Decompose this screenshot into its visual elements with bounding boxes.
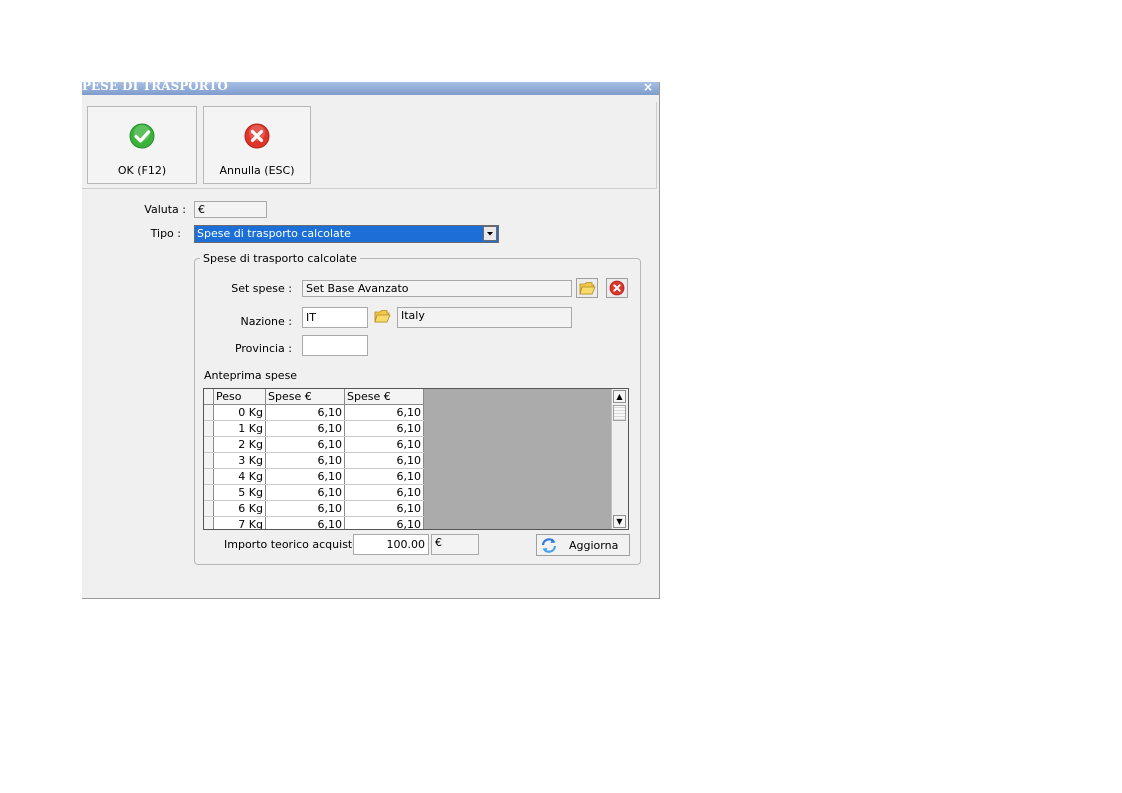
cell-spese: 6,10 [265,516,345,529]
cancel-button-label: Annulla (ESC) [219,164,295,177]
cell-peso: 2 Kg [213,436,266,453]
anteprima-label: Anteprima spese [204,369,298,382]
nazione-code-field[interactable]: IT [302,307,368,328]
table-row[interactable]: 4 Kg 6,10 6,10 [204,468,424,485]
nazione-browse-button[interactable] [372,307,394,327]
row-selector[interactable] [204,436,214,453]
provincia-field[interactable] [302,335,368,356]
importo-currency-field: € [431,534,479,555]
table-row[interactable]: 2 Kg 6,10 6,10 [204,436,424,453]
scroll-down-arrow-icon[interactable]: ▼ [613,515,626,528]
title-bar: PESE DI TRASPORTO × [82,82,659,95]
row-selector[interactable] [204,420,214,437]
refresh-icon [541,538,557,553]
cell-spese: 6,10 [344,484,424,501]
cancel-button[interactable]: Annulla (ESC) [203,106,311,184]
cell-spese: 6,10 [265,468,345,485]
ok-button[interactable]: OK (F12) [87,106,197,184]
cell-spese: 6,10 [265,484,345,501]
table-row[interactable]: 0 Kg 6,10 6,10 [204,404,424,421]
check-circle-icon [129,123,155,149]
scroll-up-arrow-icon[interactable]: ▲ [613,390,626,403]
column-header-spese-1[interactable]: Spese € [265,389,345,405]
folder-icon [374,310,391,323]
nazione-label: Nazione : [240,315,292,328]
row-selector[interactable] [204,516,214,529]
table-row[interactable]: 7 Kg 6,10 6,10 [204,516,424,529]
aggiorna-button[interactable]: Aggiorna [536,534,630,556]
folder-icon [579,282,596,295]
cell-spese: 6,10 [265,404,345,421]
table-row[interactable]: 6 Kg 6,10 6,10 [204,500,424,517]
cell-peso: 5 Kg [213,484,266,501]
importo-field[interactable]: 100.00 [353,534,429,555]
row-selector[interactable] [204,500,214,517]
row-selector[interactable] [204,404,214,421]
window-title: PESE DI TRASPORTO [82,82,228,93]
valuta-field[interactable]: € [194,201,267,218]
chevron-down-icon [487,232,493,236]
ok-button-label: OK (F12) [117,164,167,177]
close-icon[interactable]: × [643,82,653,94]
table-header-row: Peso Spese € Spese € [204,389,424,405]
provincia-label: Provincia : [234,342,292,355]
cell-spese: 6,10 [265,436,345,453]
vertical-scrollbar[interactable]: ▲ ▼ [611,389,628,529]
aggiorna-label: Aggiorna [569,539,619,552]
cell-peso: 4 Kg [213,468,266,485]
tipo-select-value: Spese di trasporto calcolate [197,227,351,240]
cell-spese: 6,10 [265,452,345,469]
cell-peso: 0 Kg [213,404,266,421]
cell-spese: 6,10 [265,500,345,517]
cell-spese: 6,10 [344,500,424,517]
tipo-label: Tipo : [150,227,181,240]
table-row[interactable]: 5 Kg 6,10 6,10 [204,484,424,501]
scroll-thumb[interactable] [613,405,626,421]
column-header-peso[interactable]: Peso [213,389,266,405]
cell-spese: 6,10 [344,516,424,529]
row-selector-header [204,389,214,405]
preview-grid[interactable]: Peso Spese € Spese € 0 Kg 6,10 6,10 1 Kg… [203,388,629,530]
table-row[interactable]: 3 Kg 6,10 6,10 [204,452,424,469]
cell-spese: 6,10 [344,452,424,469]
cell-spese: 6,10 [344,420,424,437]
cell-peso: 6 Kg [213,500,266,517]
table-row[interactable]: 1 Kg 6,10 6,10 [204,420,424,437]
cell-peso: 7 Kg [213,516,266,529]
x-circle-icon [244,123,270,149]
cell-spese: 6,10 [344,404,424,421]
cell-spese: 6,10 [265,420,345,437]
cell-spese: 6,10 [344,468,424,485]
importo-label: Importo teorico acquisto: [224,538,363,551]
cell-peso: 3 Kg [213,452,266,469]
row-selector[interactable] [204,468,214,485]
group-title: Spese di trasporto calcolate [200,252,360,265]
set-spese-browse-button[interactable] [576,278,598,298]
preview-table: Peso Spese € Spese € 0 Kg 6,10 6,10 1 Kg… [204,389,424,529]
valuta-label: Valuta : [144,203,186,216]
column-header-spese-2[interactable]: Spese € [344,389,424,405]
toolbar: OK (F12) Annulla (ESC) [82,102,657,189]
cell-spese: 6,10 [344,436,424,453]
set-spese-label: Set spese : [231,282,292,295]
cell-peso: 1 Kg [213,420,266,437]
set-spese-clear-button[interactable] [606,278,628,298]
tipo-select[interactable]: Spese di trasporto calcolate [194,225,499,243]
tipo-dropdown-button[interactable] [483,226,497,241]
set-spese-field[interactable]: Set Base Avanzato [302,280,572,297]
x-circle-icon [609,280,625,296]
row-selector[interactable] [204,484,214,501]
nazione-name-field: Italy [397,307,572,328]
dialog-window: PESE DI TRASPORTO × OK (F12) Annulla (ES… [82,82,660,599]
row-selector[interactable] [204,452,214,469]
